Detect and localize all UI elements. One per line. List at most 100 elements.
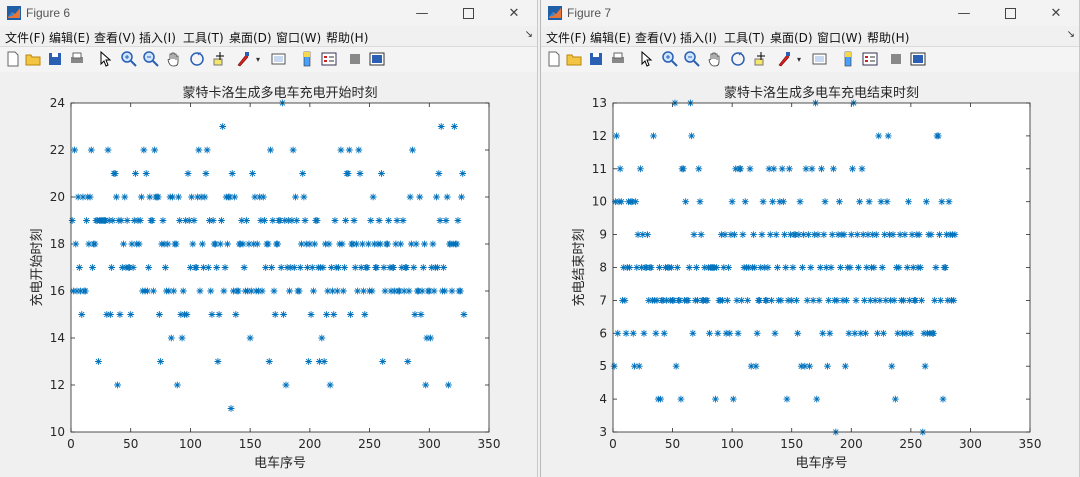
pointer-icon[interactable] — [96, 50, 114, 68]
menu-insert[interactable]: 插入(I) — [680, 29, 717, 46]
data-point — [108, 264, 116, 271]
data-point — [227, 405, 235, 412]
show-plot-tools-icon[interactable] — [909, 50, 927, 68]
menu-window[interactable]: 窗口(W) — [817, 29, 862, 46]
data-point — [759, 198, 767, 206]
data-point — [814, 231, 822, 238]
pointer-icon[interactable] — [637, 50, 655, 68]
minimize-button[interactable]: — — [399, 0, 445, 26]
data-point — [107, 311, 114, 318]
data-point — [903, 264, 911, 271]
data-point — [259, 193, 267, 201]
menu-edit[interactable]: 编辑(E) — [49, 29, 90, 46]
menu-file[interactable]: 文件(F) — [546, 29, 586, 46]
menu-view[interactable]: 查看(V) — [94, 29, 136, 46]
show-plot-tools-icon[interactable] — [368, 50, 386, 68]
data-point — [617, 198, 625, 206]
data-point — [768, 297, 775, 304]
data-point — [637, 165, 644, 173]
brush-dropdown-icon[interactable]: ▾ — [256, 55, 260, 64]
data-point — [764, 264, 772, 271]
menu-window[interactable]: 窗口(W) — [276, 29, 321, 46]
zoom-in-icon[interactable] — [661, 50, 679, 68]
data-point — [750, 231, 757, 238]
hide-plot-tools-icon[interactable] — [887, 50, 905, 68]
data-point — [262, 264, 270, 271]
minimize-button[interactable]: — — [941, 0, 987, 26]
menu-desktop[interactable]: 桌面(D) — [229, 29, 272, 46]
menu-help[interactable]: 帮助(H) — [867, 29, 909, 46]
menu-insert[interactable]: 插入(I) — [139, 29, 176, 46]
rotate-3d-icon[interactable] — [188, 50, 206, 68]
data-point — [269, 217, 277, 224]
close-button[interactable]: ✕ — [1033, 0, 1079, 26]
menu-edit[interactable]: 编辑(E) — [590, 29, 631, 46]
data-point — [356, 170, 364, 177]
data-point — [673, 264, 681, 271]
x-tick-label: 350 — [1019, 437, 1042, 451]
data-point — [270, 287, 278, 295]
brush-icon[interactable] — [234, 50, 252, 68]
menu-tools[interactable]: 工具(T) — [724, 29, 765, 46]
data-point — [258, 287, 266, 295]
save-icon[interactable] — [587, 50, 605, 68]
pan-hand-icon[interactable] — [706, 50, 724, 68]
legend-icon[interactable] — [861, 50, 879, 68]
zoom-in-icon[interactable] — [120, 50, 138, 68]
title-bar[interactable]: Figure 7 — ✕ — [541, 0, 1079, 26]
data-point — [819, 329, 827, 337]
brush-icon[interactable] — [775, 50, 793, 68]
data-point — [422, 381, 430, 389]
maximize-button[interactable] — [987, 0, 1033, 26]
title-bar[interactable]: Figure 6 — ✕ — [0, 0, 537, 26]
data-point — [656, 264, 663, 271]
data-point — [746, 165, 754, 173]
rotate-3d-icon[interactable] — [729, 50, 747, 68]
zoom-out-icon[interactable] — [142, 50, 160, 68]
data-cursor-icon[interactable] — [211, 50, 229, 68]
new-figure-icon[interactable] — [545, 50, 563, 68]
menu-tools[interactable]: 工具(T) — [183, 29, 224, 46]
data-point — [271, 311, 279, 318]
data-point — [454, 217, 462, 224]
save-icon[interactable] — [46, 50, 64, 68]
data-point — [731, 231, 738, 238]
link-plot-icon[interactable] — [270, 50, 288, 68]
data-point — [435, 170, 443, 177]
print-icon[interactable] — [609, 50, 627, 68]
data-point — [381, 287, 389, 295]
brush-dropdown-icon[interactable]: ▾ — [797, 55, 801, 64]
data-point — [144, 287, 151, 295]
data-point — [726, 329, 734, 337]
data-point — [818, 165, 825, 173]
print-icon[interactable] — [68, 50, 86, 68]
menu-file[interactable]: 文件(F) — [5, 29, 45, 46]
menu-view[interactable]: 查看(V) — [635, 29, 677, 46]
data-point — [127, 311, 135, 318]
open-file-icon[interactable] — [24, 50, 42, 68]
link-plot-icon[interactable] — [811, 50, 829, 68]
dock-arrow-icon[interactable]: ↘ — [525, 29, 533, 40]
pan-hand-icon[interactable] — [165, 50, 183, 68]
dock-arrow-icon[interactable]: ↘ — [1067, 29, 1075, 40]
data-point — [695, 165, 703, 173]
data-cursor-icon[interactable] — [752, 50, 770, 68]
data-point — [161, 264, 169, 271]
menu-desktop[interactable]: 桌面(D) — [770, 29, 813, 46]
matlab-logo-icon — [7, 6, 21, 20]
data-point — [697, 231, 705, 238]
menu-help[interactable]: 帮助(H) — [326, 29, 368, 46]
colorbar-icon[interactable] — [298, 50, 316, 68]
hide-plot-tools-icon[interactable] — [346, 50, 364, 68]
colorbar-icon[interactable] — [839, 50, 857, 68]
data-point — [833, 297, 841, 304]
data-point — [410, 264, 418, 271]
new-figure-icon[interactable] — [4, 50, 22, 68]
maximize-button[interactable] — [445, 0, 491, 26]
data-point — [323, 311, 330, 318]
close-button[interactable]: ✕ — [491, 0, 537, 26]
data-point — [373, 264, 381, 271]
open-file-icon[interactable] — [565, 50, 583, 68]
legend-icon[interactable] — [320, 50, 338, 68]
zoom-out-icon[interactable] — [683, 50, 701, 68]
